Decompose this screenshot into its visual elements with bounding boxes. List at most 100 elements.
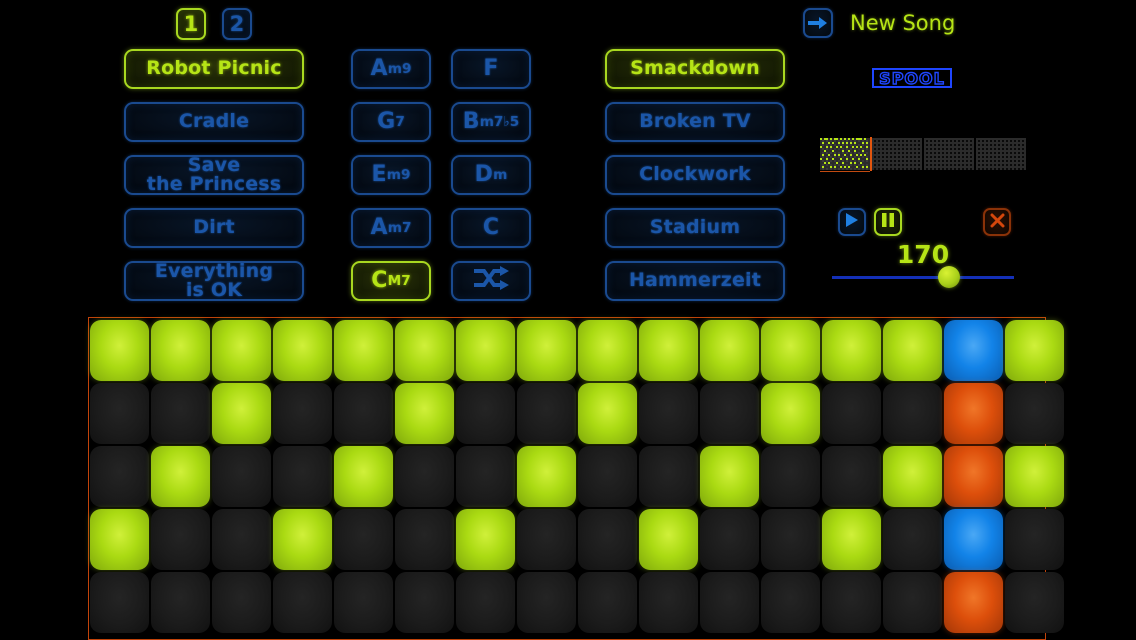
step-cell-r5-c15[interactable] bbox=[944, 572, 1003, 633]
step-cell-r1-c7[interactable] bbox=[456, 320, 515, 381]
step-cell-r1-c8[interactable] bbox=[517, 320, 576, 381]
chord-button-cmaj7[interactable]: C M7 bbox=[351, 261, 431, 301]
step-cell-r2-c3[interactable] bbox=[212, 383, 271, 444]
step-cell-r2-c9[interactable] bbox=[578, 383, 637, 444]
step-cell-r3-c9[interactable] bbox=[578, 446, 637, 507]
kit-button-clockwork[interactable]: Clockwork bbox=[605, 155, 785, 195]
step-cell-r4-c14[interactable] bbox=[883, 509, 942, 570]
step-cell-r5-c14[interactable] bbox=[883, 572, 942, 633]
kit-button-broken-tv[interactable]: Broken TV bbox=[605, 102, 785, 142]
step-cell-r2-c2[interactable] bbox=[151, 383, 210, 444]
step-cell-r5-c5[interactable] bbox=[334, 572, 393, 633]
step-cell-r4-c2[interactable] bbox=[151, 509, 210, 570]
step-cell-r1-c15[interactable] bbox=[944, 320, 1003, 381]
step-cell-r3-c13[interactable] bbox=[822, 446, 881, 507]
step-cell-r2-c5[interactable] bbox=[334, 383, 393, 444]
step-cell-r2-c8[interactable] bbox=[517, 383, 576, 444]
chord-button-am7[interactable]: Am7 bbox=[351, 208, 431, 248]
step-cell-r2-c7[interactable] bbox=[456, 383, 515, 444]
step-cell-r3-c4[interactable] bbox=[273, 446, 332, 507]
step-cell-r1-c11[interactable] bbox=[700, 320, 759, 381]
song-button-save-the-princess[interactable]: Save the Princess bbox=[124, 155, 304, 195]
step-cell-r3-c11[interactable] bbox=[700, 446, 759, 507]
step-cell-r4-c10[interactable] bbox=[639, 509, 698, 570]
tempo-slider-track[interactable] bbox=[832, 276, 1014, 279]
step-cell-r4-c8[interactable] bbox=[517, 509, 576, 570]
step-cell-r5-c6[interactable] bbox=[395, 572, 454, 633]
step-cell-r5-c7[interactable] bbox=[456, 572, 515, 633]
step-cell-r1-c1[interactable] bbox=[90, 320, 149, 381]
step-cell-r3-c1[interactable] bbox=[90, 446, 149, 507]
chord-button-g7[interactable]: G7 bbox=[351, 102, 431, 142]
step-cell-r2-c16[interactable] bbox=[1005, 383, 1064, 444]
step-cell-r5-c1[interactable] bbox=[90, 572, 149, 633]
step-cell-r4-c9[interactable] bbox=[578, 509, 637, 570]
step-cell-r4-c3[interactable] bbox=[212, 509, 271, 570]
step-cell-r5-c13[interactable] bbox=[822, 572, 881, 633]
step-cell-r3-c15[interactable] bbox=[944, 446, 1003, 507]
step-cell-r4-c5[interactable] bbox=[334, 509, 393, 570]
chord-button-am9[interactable]: Am9 bbox=[351, 49, 431, 89]
step-cell-r4-c12[interactable] bbox=[761, 509, 820, 570]
minimap-segment[interactable] bbox=[872, 138, 922, 170]
chord-button-c[interactable]: C bbox=[451, 208, 531, 248]
step-cell-r1-c9[interactable] bbox=[578, 320, 637, 381]
step-cell-r2-c12[interactable] bbox=[761, 383, 820, 444]
tempo-slider-knob[interactable] bbox=[938, 266, 960, 288]
minimap-segment[interactable] bbox=[976, 138, 1026, 170]
step-cell-r1-c6[interactable] bbox=[395, 320, 454, 381]
step-cell-r1-c13[interactable] bbox=[822, 320, 881, 381]
step-cell-r1-c14[interactable] bbox=[883, 320, 942, 381]
stop-button[interactable] bbox=[983, 208, 1011, 236]
pause-button[interactable] bbox=[874, 208, 902, 236]
step-cell-r5-c10[interactable] bbox=[639, 572, 698, 633]
kit-button-smackdown[interactable]: Smackdown bbox=[605, 49, 785, 89]
step-cell-r5-c11[interactable] bbox=[700, 572, 759, 633]
step-cell-r5-c9[interactable] bbox=[578, 572, 637, 633]
step-cell-r4-c6[interactable] bbox=[395, 509, 454, 570]
chord-button-shuffle[interactable] bbox=[451, 261, 531, 301]
pattern-minimap[interactable] bbox=[820, 137, 1026, 172]
page-button-2[interactable]: 2 bbox=[222, 8, 252, 40]
step-cell-r1-c3[interactable] bbox=[212, 320, 271, 381]
chord-button-f[interactable]: F bbox=[451, 49, 531, 89]
step-cell-r5-c2[interactable] bbox=[151, 572, 210, 633]
step-cell-r3-c3[interactable] bbox=[212, 446, 271, 507]
page-button-1[interactable]: 1 bbox=[176, 8, 206, 40]
step-cell-r3-c5[interactable] bbox=[334, 446, 393, 507]
step-cell-r4-c4[interactable] bbox=[273, 509, 332, 570]
step-cell-r5-c8[interactable] bbox=[517, 572, 576, 633]
song-button-robot-picnic[interactable]: Robot Picnic bbox=[124, 49, 304, 89]
step-cell-r4-c13[interactable] bbox=[822, 509, 881, 570]
step-cell-r2-c15[interactable] bbox=[944, 383, 1003, 444]
minimap-segment[interactable] bbox=[924, 138, 974, 170]
song-button-cradle[interactable]: Cradle bbox=[124, 102, 304, 142]
step-cell-r5-c3[interactable] bbox=[212, 572, 271, 633]
step-cell-r4-c16[interactable] bbox=[1005, 509, 1064, 570]
step-cell-r3-c2[interactable] bbox=[151, 446, 210, 507]
step-cell-r2-c4[interactable] bbox=[273, 383, 332, 444]
step-cell-r5-c4[interactable] bbox=[273, 572, 332, 633]
step-cell-r4-c7[interactable] bbox=[456, 509, 515, 570]
step-cell-r4-c15[interactable] bbox=[944, 509, 1003, 570]
step-cell-r5-c16[interactable] bbox=[1005, 572, 1064, 633]
arrow-right-icon[interactable] bbox=[803, 8, 833, 38]
step-cell-r1-c10[interactable] bbox=[639, 320, 698, 381]
step-cell-r1-c12[interactable] bbox=[761, 320, 820, 381]
step-cell-r1-c16[interactable] bbox=[1005, 320, 1064, 381]
song-button-everything-is-ok[interactable]: Everything is OK bbox=[124, 261, 304, 301]
minimap-segment[interactable] bbox=[820, 137, 872, 172]
step-cell-r3-c7[interactable] bbox=[456, 446, 515, 507]
step-cell-r4-c11[interactable] bbox=[700, 509, 759, 570]
step-cell-r2-c13[interactable] bbox=[822, 383, 881, 444]
step-cell-r2-c14[interactable] bbox=[883, 383, 942, 444]
step-cell-r2-c6[interactable] bbox=[395, 383, 454, 444]
step-cell-r5-c12[interactable] bbox=[761, 572, 820, 633]
chord-button-bm7b5[interactable]: Bm7♭5 bbox=[451, 102, 531, 142]
step-cell-r3-c6[interactable] bbox=[395, 446, 454, 507]
chord-button-em9[interactable]: Em9 bbox=[351, 155, 431, 195]
step-cell-r4-c1[interactable] bbox=[90, 509, 149, 570]
step-cell-r3-c8[interactable] bbox=[517, 446, 576, 507]
step-cell-r2-c1[interactable] bbox=[90, 383, 149, 444]
play-button[interactable] bbox=[838, 208, 866, 236]
